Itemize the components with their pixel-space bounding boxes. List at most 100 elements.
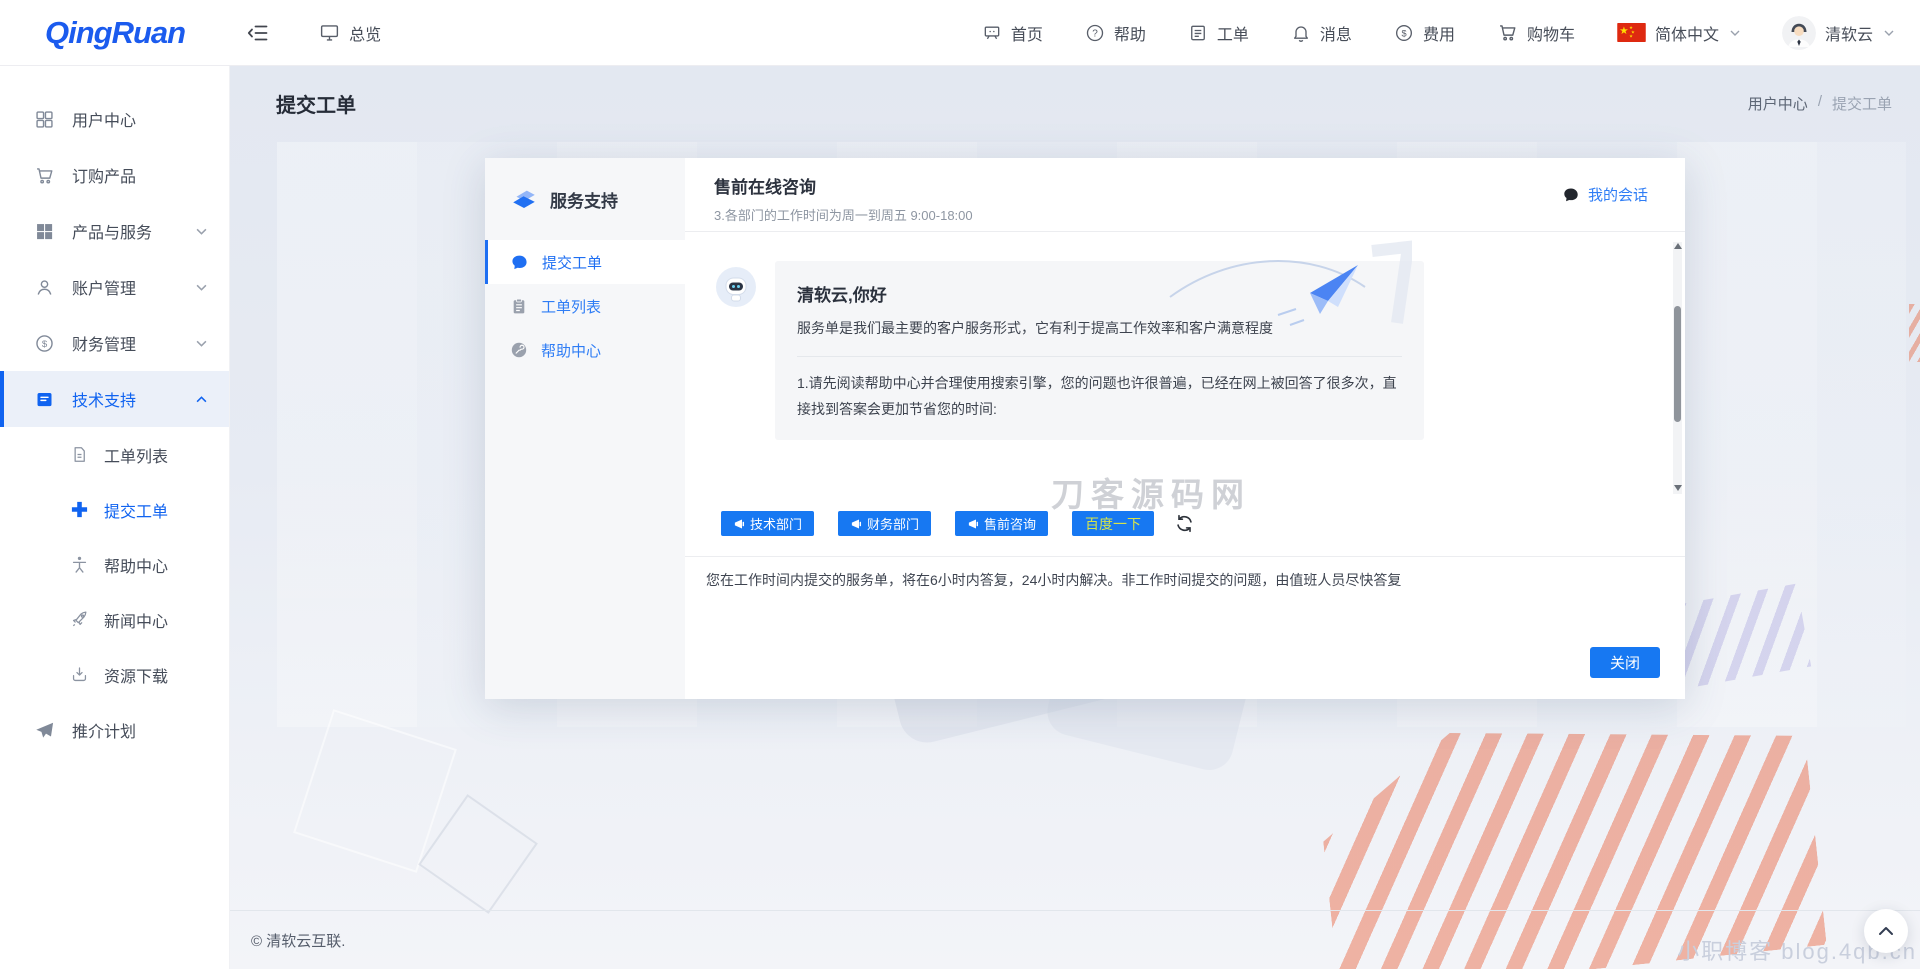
brand-logo[interactable]: QingRuan (45, 15, 185, 51)
chat-bubble-icon (1562, 186, 1580, 204)
cart-icon (1497, 22, 1518, 43)
sidebar-item-finance[interactable]: $ 财务管理 (0, 315, 229, 371)
sidebar-item-account[interactable]: 账户管理 (0, 259, 229, 315)
chevron-down-icon (196, 228, 207, 235)
my-sessions-link[interactable]: 我的会话 (1562, 184, 1648, 205)
bot-message-bubble: 清软云,你好 服务单是我们最主要的客户服务形式，它有利于提高工作效率和客户满意程… (775, 261, 1424, 440)
nav-item-help[interactable]: ? 帮助 (1085, 21, 1146, 45)
china-flag-icon: ★★★★ (1617, 23, 1646, 42)
breadcrumb: 用户中心 / 提交工单 (1748, 93, 1892, 114)
dept-button-label: 财务部门 (867, 514, 919, 533)
wrench-circle-icon (510, 341, 528, 359)
scrollbar-thumb[interactable] (1674, 306, 1681, 422)
sidebar-item-submit-ticket[interactable]: 提交工单 (0, 482, 229, 537)
bell-icon (1291, 23, 1311, 43)
robot-avatar (716, 267, 756, 307)
chat-bubble-icon (510, 253, 529, 272)
chevron-down-icon (1730, 30, 1740, 36)
app-root: QingRuan 总览 首页 ? 帮助 (0, 0, 1920, 969)
user-menu[interactable]: 清软云 (1782, 16, 1894, 50)
sidebar-item-ticket-list[interactable]: 工单列表 (0, 427, 229, 482)
pane-divider (685, 556, 1685, 557)
nav-item-cart[interactable]: 购物车 (1497, 21, 1575, 45)
presale-dept-button[interactable]: 售前咨询 (955, 511, 1048, 536)
clipboard-icon (510, 297, 528, 315)
bot-tip-text: 1.请先阅读帮助中心并合理使用搜索引擎，您的问题也许很普遍，已经在网上被回答了很… (797, 371, 1402, 421)
dialog-side-panel: 服务支持 提交工单 工单列表 (485, 158, 685, 699)
main-content: 提交工单 用户中心 / 提交工单 服务支持 (230, 66, 1920, 969)
scrollbar-up-arrow[interactable] (1673, 243, 1682, 251)
document-icon (34, 389, 55, 410)
tech-dept-button[interactable]: 技术部门 (721, 511, 814, 536)
decor-cube-wireframe (418, 794, 538, 914)
sidebar-item-downloads[interactable]: 资源下载 (0, 647, 229, 702)
scrollbar-down-arrow[interactable] (1673, 485, 1682, 493)
board-icon (982, 23, 1002, 43)
chevron-down-icon (1884, 30, 1894, 36)
sidebar-item-user-center[interactable]: 用户中心 (0, 91, 229, 147)
collapse-menu-icon (247, 24, 269, 42)
breadcrumb-current: 提交工单 (1832, 93, 1892, 114)
dept-button-label: 售前咨询 (984, 514, 1036, 533)
bubble-divider (797, 356, 1402, 357)
dialog-panel-title: 服务支持 (550, 187, 618, 212)
close-button[interactable]: 关闭 (1590, 647, 1660, 678)
scroll-top-button[interactable] (1864, 909, 1908, 953)
sidebar-item-products-services[interactable]: 产品与服务 (0, 203, 229, 259)
sidebar-submenu-tech: 工单列表 提交工单 帮助中心 新闻中心 (0, 427, 229, 702)
chat-scrollbar[interactable] (1673, 242, 1682, 494)
sidebar-item-order-products[interactable]: 订购产品 (0, 147, 229, 203)
user-icon (34, 277, 55, 298)
sidebar-label: 工单列表 (104, 443, 168, 467)
svg-text:★: ★ (1619, 26, 1628, 37)
doc-outline-icon (70, 445, 89, 464)
language-label: 简体中文 (1655, 21, 1719, 45)
help-icon: ? (1085, 23, 1105, 43)
download-icon (70, 665, 89, 684)
svg-text:$: $ (42, 339, 48, 350)
dialog-menu-ticket-list[interactable]: 工单列表 (485, 284, 685, 328)
chevron-up-icon (196, 396, 207, 403)
nav-item-fees[interactable]: $ 费用 (1394, 21, 1455, 45)
nav-item-overview[interactable]: 总览 (319, 21, 381, 45)
copyright-text: © 清软云互联. (251, 930, 345, 951)
username-label: 清软云 (1825, 21, 1873, 45)
svg-text:?: ? (1092, 28, 1098, 39)
nav-item-messages[interactable]: 消息 (1291, 21, 1352, 45)
sidebar-item-tech-support[interactable]: 技术支持 (0, 371, 229, 427)
refresh-icon[interactable] (1175, 514, 1194, 533)
paper-plane-icon (34, 720, 55, 741)
ticket-icon (1188, 23, 1208, 43)
sidebar-item-news-center[interactable]: 新闻中心 (0, 592, 229, 647)
language-selector[interactable]: ★★★★ 简体中文 (1617, 21, 1740, 45)
nav-messages-label: 消息 (1320, 21, 1352, 45)
dialog-menu-submit-ticket[interactable]: 提交工单 (485, 240, 685, 284)
sidebar-label: 资源下载 (104, 663, 168, 687)
nav-fees-label: 费用 (1423, 21, 1455, 45)
dialog-menu-label: 工单列表 (541, 296, 601, 317)
dialog-panel-header: 服务支持 (485, 158, 685, 240)
breadcrumb-root[interactable]: 用户中心 (1748, 93, 1808, 114)
plus-icon (70, 500, 89, 519)
bot-greeting: 清软云,你好 (797, 281, 1402, 306)
nav-item-home[interactable]: 首页 (982, 21, 1043, 45)
svg-text:★: ★ (1629, 34, 1633, 39)
chevron-down-icon (196, 284, 207, 291)
user-avatar (1782, 16, 1816, 50)
dept-button-label: 技术部门 (750, 514, 802, 533)
sla-note: 您在工作时间内提交的服务单，将在6小时内答复，24小时内解决。非工作时间提交的问… (706, 570, 1655, 590)
my-sessions-label: 我的会话 (1588, 184, 1648, 205)
finance-dept-button[interactable]: 财务部门 (838, 511, 931, 536)
page-title: 提交工单 (276, 89, 356, 118)
support-dialog: 服务支持 提交工单 工单列表 (485, 158, 1685, 699)
sidebar-item-referral[interactable]: 推介计划 (0, 702, 229, 758)
page-header: 提交工单 用户中心 / 提交工单 (230, 66, 1920, 140)
breadcrumb-separator: / (1818, 93, 1822, 114)
sidebar-item-help-center[interactable]: 帮助中心 (0, 537, 229, 592)
nav-item-ticket[interactable]: 工单 (1188, 21, 1249, 45)
dollar-icon: $ (34, 333, 55, 354)
sidebar-collapse-button[interactable] (247, 24, 269, 42)
decor-cube-wireframe (293, 709, 457, 873)
cart-icon (34, 165, 55, 186)
dialog-menu-help-center[interactable]: 帮助中心 (485, 328, 685, 372)
